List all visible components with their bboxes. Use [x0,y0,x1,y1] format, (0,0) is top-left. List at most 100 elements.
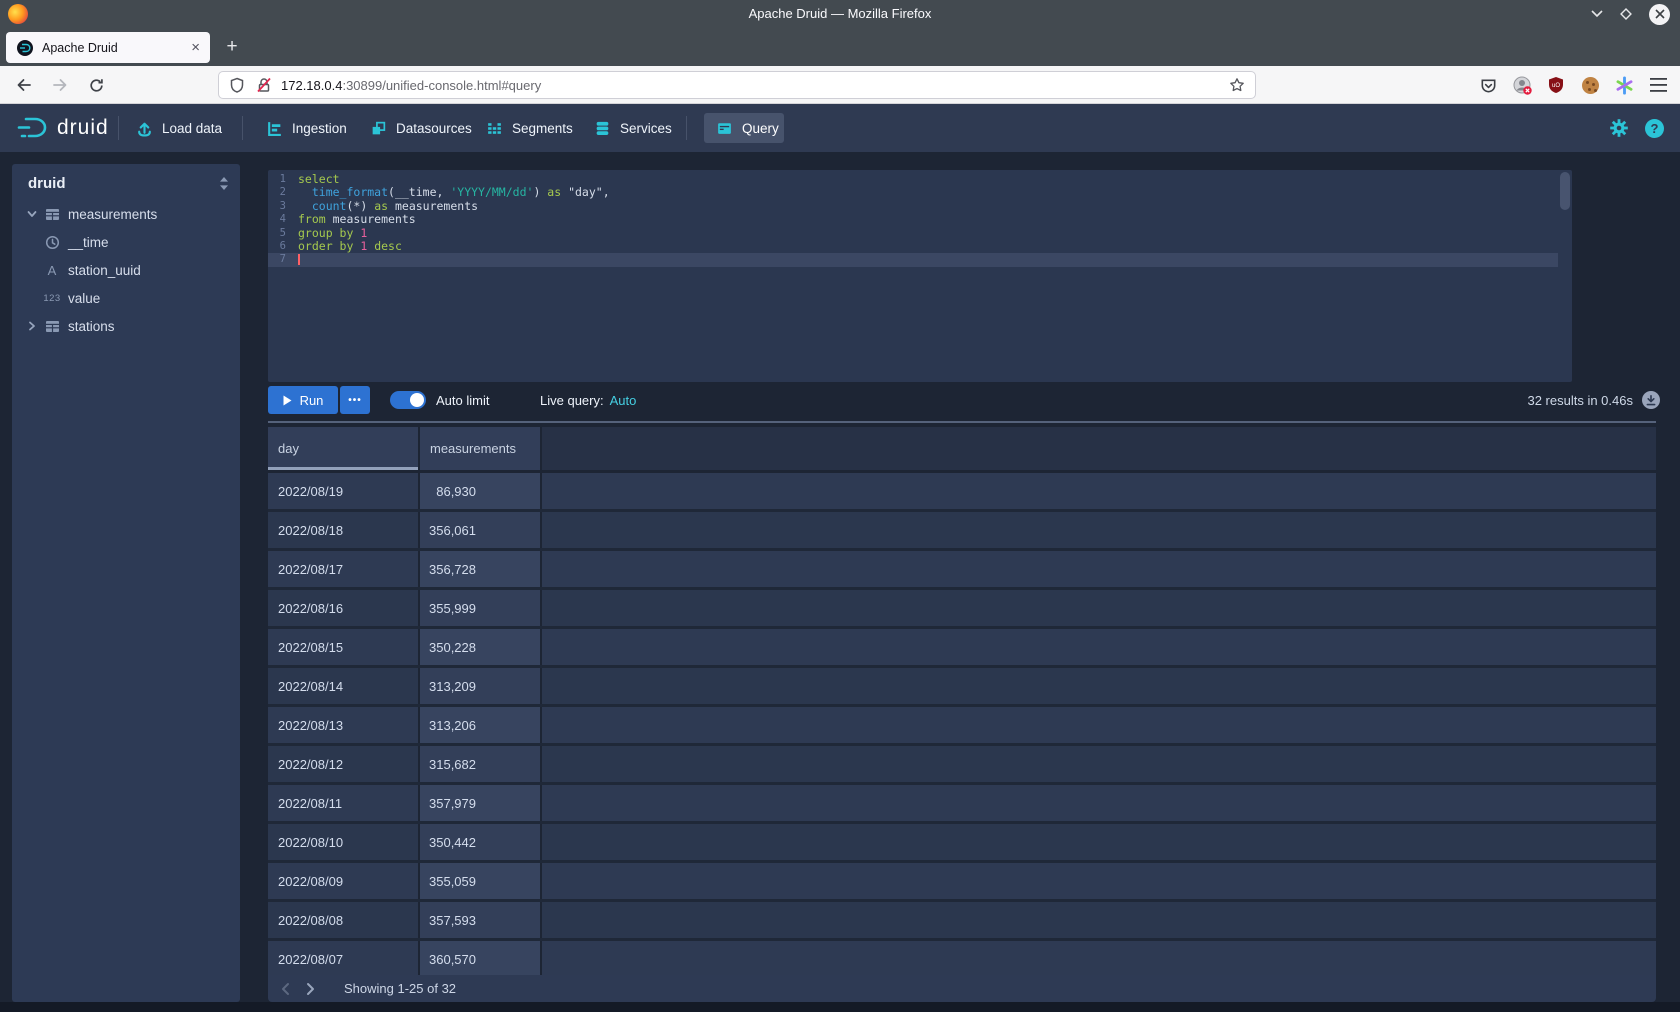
cell-day[interactable]: 2022/08/13 [268,707,418,743]
table-row: 2022/08/1986,930 [268,473,1656,512]
cell-measurements[interactable]: 357,593 [420,902,540,938]
cell-measurements[interactable]: 355,059 [420,863,540,899]
ublock-icon[interactable]: uO [1544,73,1568,97]
table-row: 2022/08/17356,728 [268,551,1656,590]
window-close-button[interactable] [1649,4,1670,25]
tree-item-value[interactable]: 123 value [12,284,240,312]
auto-limit-toggle[interactable] [390,391,426,409]
nav-item-load-data[interactable]: Load data [136,104,222,152]
cell-measurements[interactable]: 355,999 [420,590,540,626]
nav-item-segments[interactable]: Segments [486,104,573,152]
next-page-button[interactable] [298,977,322,1001]
results-divider [268,421,1656,423]
editor-line[interactable]: 2 time_format(__time, 'YYYY/MM/dd') as "… [268,186,1572,199]
druid-logo[interactable]: druid [16,113,109,143]
live-query-value[interactable]: Auto [610,393,637,408]
reload-button[interactable] [82,71,110,99]
chevron-right-icon[interactable] [26,320,38,332]
forward-arrow-icon [51,76,69,94]
cell-measurements[interactable]: 86,930 [420,473,540,509]
settings-gear-button[interactable] [1609,118,1629,138]
row-filler [542,863,1656,899]
cookie-icon[interactable] [1578,73,1602,97]
code-text: time_format(__time, 'YYYY/MM/dd') as "da… [294,186,610,199]
nav-item-datasources[interactable]: Datasources [370,104,472,152]
cell-measurements[interactable]: 356,728 [420,551,540,587]
menu-button[interactable] [1646,73,1670,97]
account-icon[interactable] [1510,73,1534,97]
bookmark-star-button[interactable] [1229,77,1245,93]
cell-measurements[interactable]: 315,682 [420,746,540,782]
window-title: Apache Druid — Mozilla Firefox [0,0,1680,28]
url-bar[interactable]: 172.18.0.4:30899/unified-console.html#qu… [218,71,1256,99]
column-label: day [278,441,299,456]
tree-item-stations[interactable]: stations [12,312,240,340]
editor-scrollbar[interactable] [1560,172,1570,210]
run-more-button[interactable]: ••• [340,386,370,414]
cell-measurements[interactable]: 350,442 [420,824,540,860]
auto-limit-label: Auto limit [436,386,489,414]
tab-close-button[interactable]: × [191,40,200,55]
run-button[interactable]: Run [268,386,338,414]
editor-line[interactable]: 6order by 1 desc [268,240,1572,253]
cell-day[interactable]: 2022/08/09 [268,863,418,899]
new-tab-button[interactable]: + [218,33,246,61]
column-header-measurements[interactable]: measurements [420,427,540,470]
tree-item-station-uuid[interactable]: A station_uuid [12,256,240,284]
nav-item-services[interactable]: Services [594,104,672,152]
schema-selector[interactable]: druid [28,172,230,194]
cell-day[interactable]: 2022/08/10 [268,824,418,860]
download-button[interactable] [1642,391,1660,409]
sql-editor[interactable]: 1select2 time_format(__time, 'YYYY/MM/dd… [268,170,1572,382]
cell-measurements[interactable]: 356,061 [420,512,540,548]
cell-measurements[interactable]: 313,209 [420,668,540,704]
line-number: 2 [268,186,294,199]
nav-item-query[interactable]: Query [704,113,784,143]
editor-line[interactable]: 7 [268,253,1558,266]
nav-divider [242,116,243,140]
nav-item-ingestion[interactable]: Ingestion [266,104,347,152]
druid-navbar: druid Load data Ingestion Datasources [0,104,1680,152]
prev-page-button[interactable] [274,977,298,1001]
cell-day[interactable]: 2022/08/08 [268,902,418,938]
cell-day[interactable]: 2022/08/19 [268,473,418,509]
column-header-day[interactable]: day [268,427,418,470]
editor-line[interactable]: 5group by 1 [268,227,1572,240]
shield-icon[interactable] [229,77,245,93]
window-minimize-button[interactable] [1591,10,1603,18]
pocket-icon[interactable] [1476,73,1500,97]
cell-day[interactable]: 2022/08/17 [268,551,418,587]
cell-measurements[interactable]: 350,228 [420,629,540,665]
cell-day[interactable]: 2022/08/18 [268,512,418,548]
tree-item-label: value [68,291,100,306]
cell-measurements[interactable]: 313,206 [420,707,540,743]
help-button[interactable]: ? [1645,119,1664,138]
datasources-icon [370,120,387,137]
svg-text:uO: uO [1552,83,1560,89]
editor-line[interactable]: 1select [268,173,1572,186]
editor-line[interactable]: 4from measurements [268,213,1572,226]
cell-day[interactable]: 2022/08/12 [268,746,418,782]
tree-item-time[interactable]: __time [12,228,240,256]
cell-measurements[interactable]: 360,570 [420,941,540,975]
editor-line[interactable]: 3 count(*) as measurements [268,200,1572,213]
tree-item-measurements[interactable]: measurements [12,200,240,228]
tree-item-label: stations [68,319,115,334]
nav-divider [118,116,119,140]
cell-day[interactable]: 2022/08/07 [268,941,418,975]
browser-tab[interactable]: Apache Druid × [6,32,210,63]
cell-day[interactable]: 2022/08/11 [268,785,418,821]
code-text [294,253,300,266]
cell-measurements[interactable]: 357,979 [420,785,540,821]
segments-icon [486,120,503,137]
forward-button[interactable] [46,71,74,99]
chevron-down-icon[interactable] [26,208,38,220]
cell-day[interactable]: 2022/08/15 [268,629,418,665]
window-maximize-button[interactable] [1619,7,1633,21]
extension-asterisk-icon[interactable] [1612,73,1636,97]
cell-day[interactable]: 2022/08/16 [268,590,418,626]
back-button[interactable] [10,71,38,99]
row-filler [542,824,1656,860]
insecure-lock-icon[interactable] [255,76,273,94]
cell-day[interactable]: 2022/08/14 [268,668,418,704]
